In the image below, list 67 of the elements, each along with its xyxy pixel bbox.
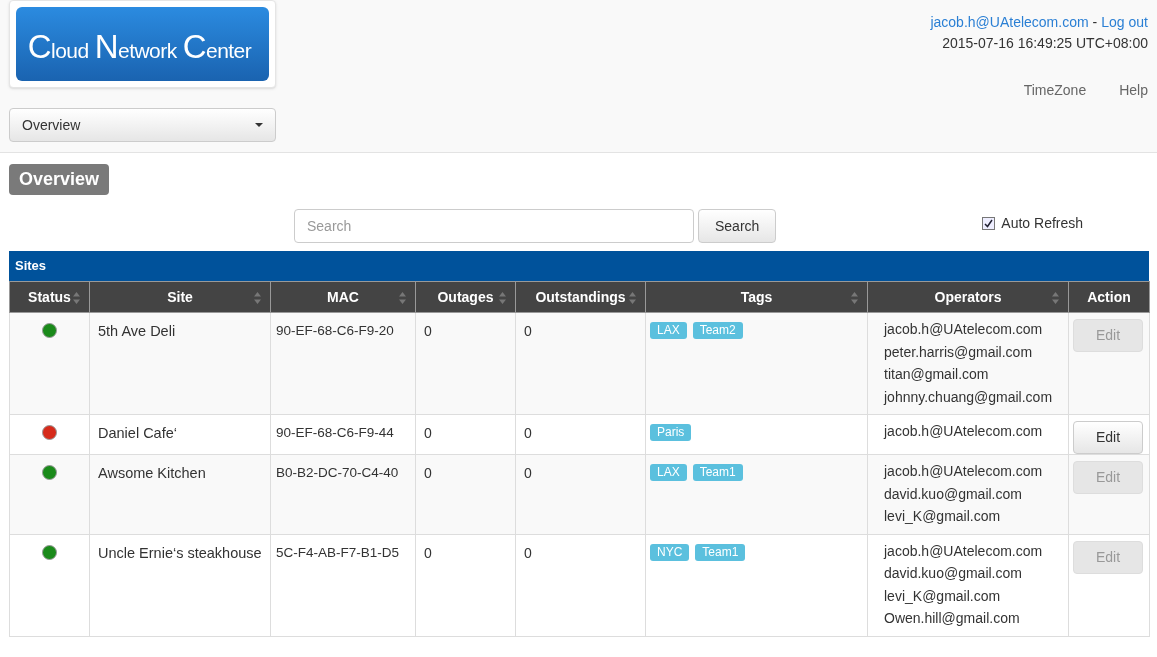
tag: Team2 (692, 322, 743, 339)
datetime-text: 2015-07-16 16:49:25 UTC+08:00 (942, 34, 1148, 53)
outstandings-cell: 0 (515, 534, 646, 636)
auto-refresh-label: Auto Refresh (1001, 214, 1084, 233)
outages-cell: 0 (415, 534, 516, 636)
tag: NYC (650, 543, 690, 561)
outages-cell: 0 (415, 454, 516, 534)
page-title: Overview (9, 164, 110, 195)
site-cell: Uncle Ernie‘s steakhouse (89, 534, 271, 636)
tag: Team1 (692, 464, 743, 481)
operator-email: levi_K@gmail.com (884, 586, 1002, 606)
operator-email: jacob.h@UAtelecom.com (884, 462, 1044, 481)
nav-dropdown[interactable]: Overview (9, 108, 276, 142)
sort-icon[interactable] (72, 291, 81, 305)
tag: LAX (650, 322, 687, 339)
outstandings-cell: 0 (515, 414, 646, 455)
operator-email: jacob.h@UAtelecom.com (884, 320, 1044, 339)
operator-email: titan@gmail.com (884, 365, 990, 384)
cloud-network-center-logo[interactable]: Cloud Network Center (16, 7, 269, 81)
outstandings-cell: 0 (515, 454, 646, 534)
mac-cell: B0-B2-DC-70-C4-40 (270, 454, 416, 534)
tag: Paris (650, 424, 692, 441)
sort-icon[interactable] (498, 291, 507, 305)
operator-email: peter.harris@gmail.com (884, 342, 1034, 362)
column-header[interactable]: Outages (415, 281, 516, 313)
sort-icon[interactable] (253, 291, 262, 305)
sort-icon[interactable] (398, 291, 407, 305)
search-button[interactable]: Search (698, 209, 777, 243)
site-cell: Daniel Cafe‘ (89, 414, 271, 455)
column-header: Action (1068, 281, 1150, 313)
column-header[interactable]: Site (89, 281, 271, 313)
sort-icon[interactable] (628, 291, 637, 305)
column-header[interactable]: Tags (645, 281, 868, 313)
check-icon (984, 219, 994, 228)
operator-email: david.kuo@gmail.com (884, 564, 1023, 583)
outages-cell: 0 (415, 312, 516, 415)
header-link[interactable]: Help (1119, 80, 1148, 101)
operator-email: jacob.h@UAtelecom.com (884, 422, 1044, 441)
sort-icon[interactable] (850, 291, 859, 305)
search-field[interactable]: Search (294, 209, 694, 243)
mac-cell: 90-EF-68-C6-F9-20 (270, 312, 416, 415)
logout-link[interactable]: Log out (1101, 12, 1148, 33)
tag: LAX (650, 464, 687, 481)
caret-icon (255, 123, 263, 127)
tag: Team1 (695, 543, 746, 561)
operator-email: david.kuo@gmail.com (884, 484, 1023, 504)
column-header[interactable]: Status (9, 281, 90, 313)
edit-button[interactable]: Edit (1073, 421, 1143, 454)
outages-cell: 0 (415, 414, 516, 455)
separator: - (1092, 13, 1098, 32)
header-link[interactable]: TimeZone (1023, 80, 1087, 101)
operator-email: johnny.chuang@gmail.com (884, 387, 1052, 407)
table-title-bar: Sites (9, 251, 1149, 281)
auto-refresh-checkbox[interactable] (982, 217, 996, 230)
site-cell: Awsome Kitchen (89, 454, 271, 534)
mac-cell: 5C-F4-AB-F7-B1-D5 (270, 534, 416, 636)
operator-email: jacob.h@UAtelecom.com (884, 541, 1044, 561)
column-header[interactable]: MAC (270, 281, 416, 313)
mac-cell: 90-EF-68-C6-F9-44 (270, 414, 416, 455)
operator-email: levi_K@gmail.com (884, 507, 1002, 526)
column-header[interactable]: Outstandings (515, 281, 646, 313)
column-header[interactable]: Operators (867, 281, 1069, 313)
user-email-link[interactable]: jacob.h@UAtelecom.com (930, 12, 1089, 33)
outstandings-cell: 0 (515, 312, 646, 415)
site-cell: 5th Ave Deli (89, 312, 271, 415)
operator-email: Owen.hill@gmail.com (884, 609, 1021, 628)
sort-icon[interactable] (1051, 291, 1060, 305)
